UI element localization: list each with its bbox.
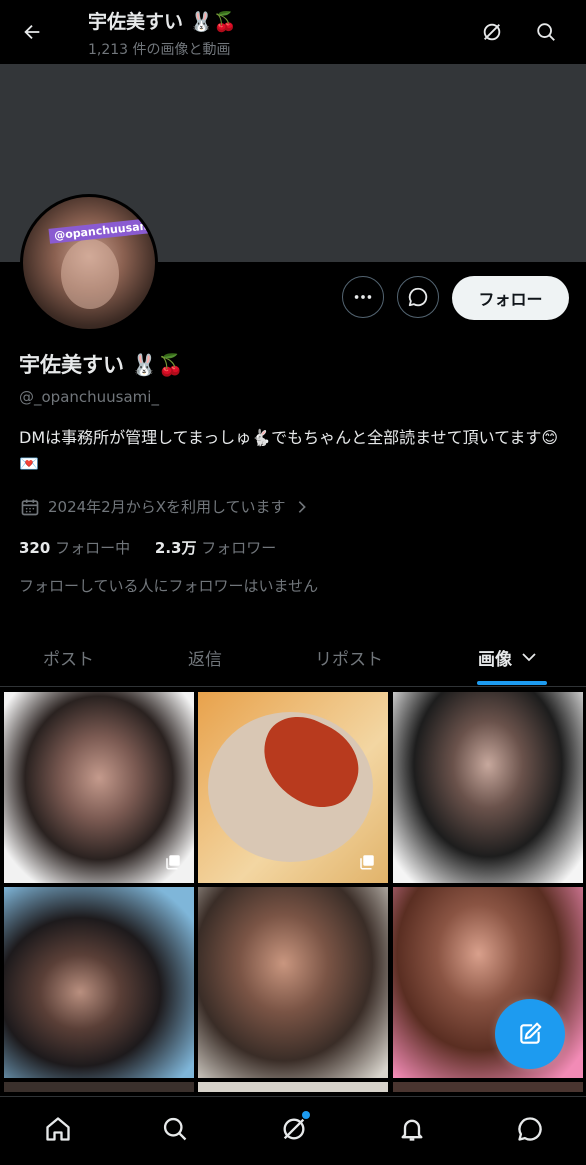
search-icon	[163, 1117, 187, 1141]
more-button[interactable]	[342, 276, 384, 318]
followers-link[interactable]: 2.3万 フォロワー	[155, 539, 276, 557]
profile-bio: DMは事務所が管理してまっしゅ🐇でもちゃんと全部読ませて頂いてます😊💌	[19, 428, 559, 473]
message-icon	[408, 287, 428, 307]
media-item[interactable]	[198, 692, 388, 883]
grok-icon	[483, 23, 501, 41]
notifications-icon	[401, 1119, 423, 1141]
profile-handle: @_opanchuusami_	[19, 388, 159, 406]
multiple-images-icon	[166, 855, 180, 870]
tab-replies[interactable]: 返信	[188, 630, 222, 684]
avatar-photo	[61, 239, 119, 309]
chevron-down-icon	[522, 653, 536, 662]
media-item[interactable]	[198, 887, 388, 1078]
header-media-count: 1,213 件の画像と動画	[88, 42, 231, 58]
back-arrow-icon	[24, 24, 40, 40]
notification-dot	[302, 1111, 310, 1119]
more-icon	[354, 295, 372, 299]
media-item[interactable]	[393, 692, 583, 883]
search-icon	[537, 23, 555, 41]
nav-search[interactable]	[157, 1111, 193, 1147]
media-photo	[4, 887, 194, 1078]
following-link[interactable]: 320 フォロー中	[19, 539, 130, 557]
grok-icon	[283, 1118, 305, 1140]
avatar-tag: @opanchuusami	[48, 217, 155, 244]
header-title: 宇佐美すい 🐰🍒	[88, 11, 237, 33]
search-button[interactable]	[528, 14, 564, 50]
media-photo	[198, 887, 388, 1078]
media-item[interactable]	[4, 692, 194, 883]
grok-button[interactable]	[474, 14, 510, 50]
top-bar: 宇佐美すい 🐰🍒 1,213 件の画像と動画	[0, 0, 586, 64]
followers-count: 2.3万	[154, 539, 197, 557]
media-item[interactable]	[198, 1082, 388, 1092]
media-item[interactable]	[393, 1082, 583, 1092]
chevron-right-icon[interactable]	[294, 499, 310, 515]
profile-tabs: ポスト 返信 リポスト 画像	[0, 630, 586, 687]
bottom-nav	[0, 1096, 586, 1165]
following-label: フォロー中	[55, 539, 131, 557]
nav-messages[interactable]	[512, 1111, 548, 1147]
tab-media-label: 画像	[478, 649, 512, 670]
compose-button[interactable]	[495, 999, 565, 1069]
compose-icon	[520, 1022, 542, 1044]
media-photo	[393, 692, 583, 883]
home-icon	[46, 1117, 70, 1141]
tab-media[interactable]: 画像	[478, 630, 538, 684]
nav-grok[interactable]	[276, 1111, 312, 1147]
follow-stats: 320 フォロー中 2.3万 フォロワー	[19, 537, 296, 558]
active-tab-indicator	[477, 681, 547, 685]
followers-label: フォロワー	[201, 539, 277, 557]
back-button[interactable]	[14, 14, 50, 50]
joined-text: 2024年2月からXを利用しています	[48, 498, 286, 516]
media-item[interactable]	[4, 887, 194, 1078]
joined-date: 2024年2月からXを利用しています	[20, 496, 310, 517]
multiple-images-icon	[360, 855, 374, 870]
message-button[interactable]	[397, 276, 439, 318]
avatar[interactable]: @opanchuusami	[20, 194, 158, 332]
following-count: 320	[19, 539, 51, 557]
nav-home[interactable]	[40, 1111, 76, 1147]
media-item[interactable]	[4, 1082, 194, 1092]
nav-notifications[interactable]	[394, 1111, 430, 1147]
messages-icon	[518, 1117, 542, 1141]
follow-button[interactable]: フォロー	[452, 276, 569, 320]
tab-reposts[interactable]: リポスト	[315, 630, 383, 684]
followers-you-know: フォローしている人にフォロワーはいません	[19, 577, 319, 595]
calendar-icon	[21, 499, 39, 515]
tab-posts[interactable]: ポスト	[43, 630, 94, 684]
profile-name: 宇佐美すい 🐰🍒	[19, 353, 184, 377]
